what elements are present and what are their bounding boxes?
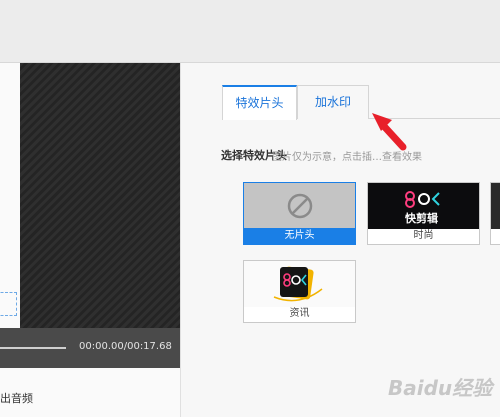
red-arrow-annotation xyxy=(372,113,407,151)
baidu-watermark: Baidu经验 xyxy=(388,376,493,400)
